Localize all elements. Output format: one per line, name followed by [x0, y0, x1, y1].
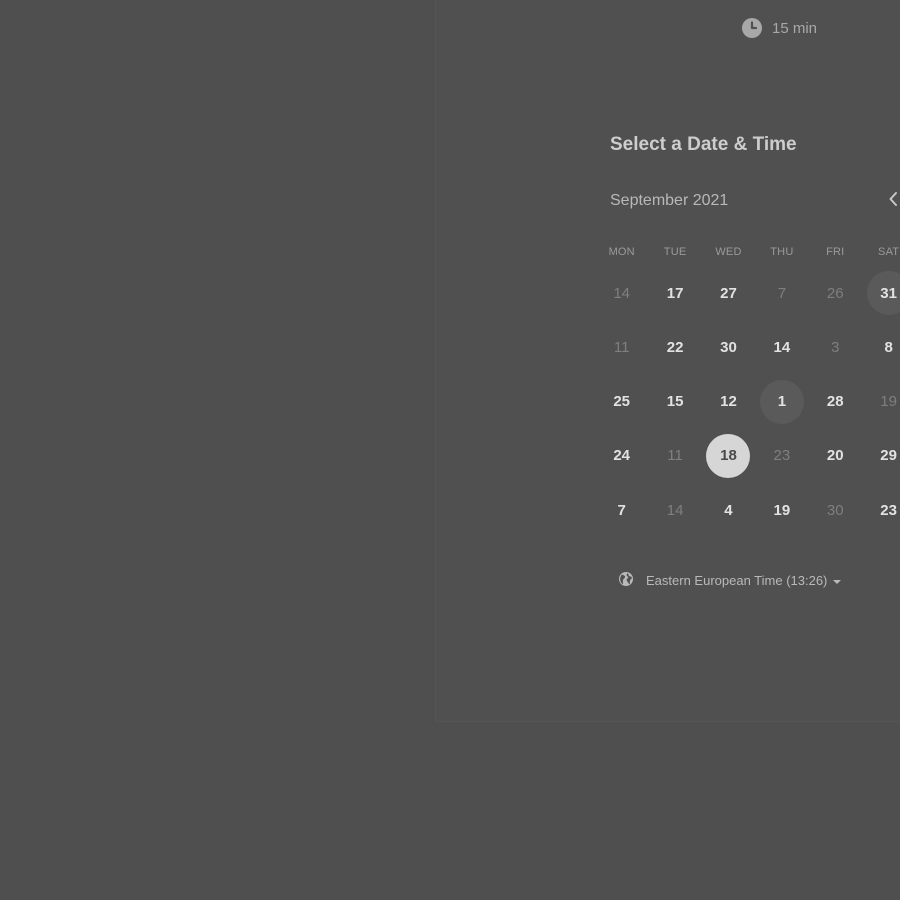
day-number: 30 — [720, 338, 737, 356]
calendar-day[interactable]: 28 — [809, 375, 862, 429]
page-title: Select a Date & Time — [610, 134, 797, 155]
timezone-label: Eastern European Time (13:26) — [646, 573, 828, 588]
calendar-day[interactable]: 24 — [595, 429, 648, 483]
calendar-week: 24 11 18 23 20 29 — [595, 429, 900, 483]
calendar-day[interactable]: 1 — [755, 375, 808, 429]
day-number: 14 — [613, 284, 631, 302]
calendar-day[interactable]: 4 — [702, 483, 755, 537]
calendar-day[interactable]: 7 — [595, 483, 648, 537]
calendar-day[interactable]: 18 — [702, 429, 755, 483]
prev-month-button[interactable] — [888, 190, 900, 212]
day-number: 22 — [666, 338, 684, 356]
day-number: 18 — [706, 433, 751, 478]
calendar-week: 11 22 30 14 3 8 — [595, 320, 900, 374]
day-number: 25 — [613, 393, 631, 411]
calendar-day[interactable]: 12 — [702, 375, 755, 429]
day-number: 31 — [866, 271, 900, 315]
calendar-day: 7 — [755, 266, 808, 320]
calendar-day: 26 — [809, 266, 862, 320]
day-number: 29 — [880, 447, 897, 465]
weekday-wed: WED — [715, 246, 742, 258]
calendar-day[interactable]: 20 — [809, 429, 862, 483]
day-number: 4 — [724, 501, 733, 519]
calendar-day: 23 — [755, 429, 808, 483]
day-number: 28 — [826, 393, 844, 411]
duration-label: 15 min — [772, 19, 818, 37]
weekday-mon: MON — [608, 246, 635, 258]
day-number: 26 — [826, 284, 844, 302]
calendar-day: 14 — [648, 483, 701, 537]
day-number: 12 — [720, 393, 737, 411]
calendar-day[interactable]: 23 — [862, 483, 900, 537]
day-number: 15 — [666, 393, 684, 411]
calendar-day: 11 — [648, 429, 701, 483]
day-number: 19 — [773, 501, 791, 519]
calendar-day[interactable]: 25 — [595, 375, 648, 429]
chevron-left-icon — [888, 191, 898, 212]
booking-page: 15 min Select a Date & Time September 20… — [0, 0, 900, 900]
calendar-day[interactable]: 30 — [702, 320, 755, 374]
calendar-day: 14 — [595, 266, 648, 320]
calendar-day[interactable]: 27 — [702, 266, 755, 320]
day-number: 11 — [667, 447, 683, 465]
day-number: 20 — [826, 447, 844, 465]
calendar-week: 14 17 27 7 26 31 — [595, 266, 900, 320]
day-number: 24 — [613, 447, 631, 465]
calendar-day: 11 — [595, 320, 648, 374]
calendar-week: 7 14 4 19 30 23 — [595, 483, 900, 537]
calendar-day: 3 — [809, 320, 862, 374]
calendar-week: 25 15 12 1 28 19 — [595, 375, 900, 429]
day-number: 27 — [720, 284, 737, 302]
day-number: 3 — [831, 338, 840, 356]
timezone-selector[interactable]: Eastern European Time (13:26) — [618, 571, 842, 590]
month-label: September 2021 — [610, 192, 729, 209]
weekday-fri: FRI — [826, 246, 845, 258]
day-number: 14 — [666, 501, 684, 519]
calendar-day[interactable]: 31 — [862, 266, 900, 320]
calendar-day[interactable]: 15 — [648, 375, 701, 429]
day-number: 17 — [666, 284, 684, 302]
event-duration: 15 min — [742, 18, 817, 38]
calendar-day[interactable]: 17 — [648, 266, 701, 320]
clock-icon — [742, 18, 762, 38]
calendar-day[interactable]: 19 — [755, 483, 808, 537]
calendar-day[interactable]: 14 — [755, 320, 808, 374]
weekday-tue: TUE — [663, 246, 687, 258]
calendar-grid: MON TUE WED THU FRI SAT 14 17 27 7 26 31… — [595, 242, 900, 537]
globe-icon — [618, 571, 634, 590]
calendar-day[interactable]: 22 — [648, 320, 701, 374]
weekday-thu: THU — [770, 246, 794, 258]
day-number: 8 — [884, 338, 893, 356]
day-number: 7 — [617, 501, 626, 519]
day-number: 19 — [880, 393, 897, 411]
day-number: 1 — [759, 379, 804, 424]
day-number: 14 — [773, 338, 791, 356]
calendar-day: 30 — [809, 483, 862, 537]
day-number: 7 — [777, 284, 787, 302]
calendar-day[interactable]: 29 — [862, 429, 900, 483]
day-number: 11 — [613, 338, 630, 356]
caret-down-icon — [833, 579, 842, 584]
day-number: 23 — [773, 447, 791, 465]
calendar-day: 19 — [862, 375, 900, 429]
day-number: 30 — [826, 501, 844, 519]
day-number: 23 — [880, 501, 897, 519]
calendar-day[interactable]: 8 — [862, 320, 900, 374]
weekday-sat: SAT — [878, 246, 900, 258]
weekday-header: MON TUE WED THU FRI SAT — [595, 242, 900, 262]
